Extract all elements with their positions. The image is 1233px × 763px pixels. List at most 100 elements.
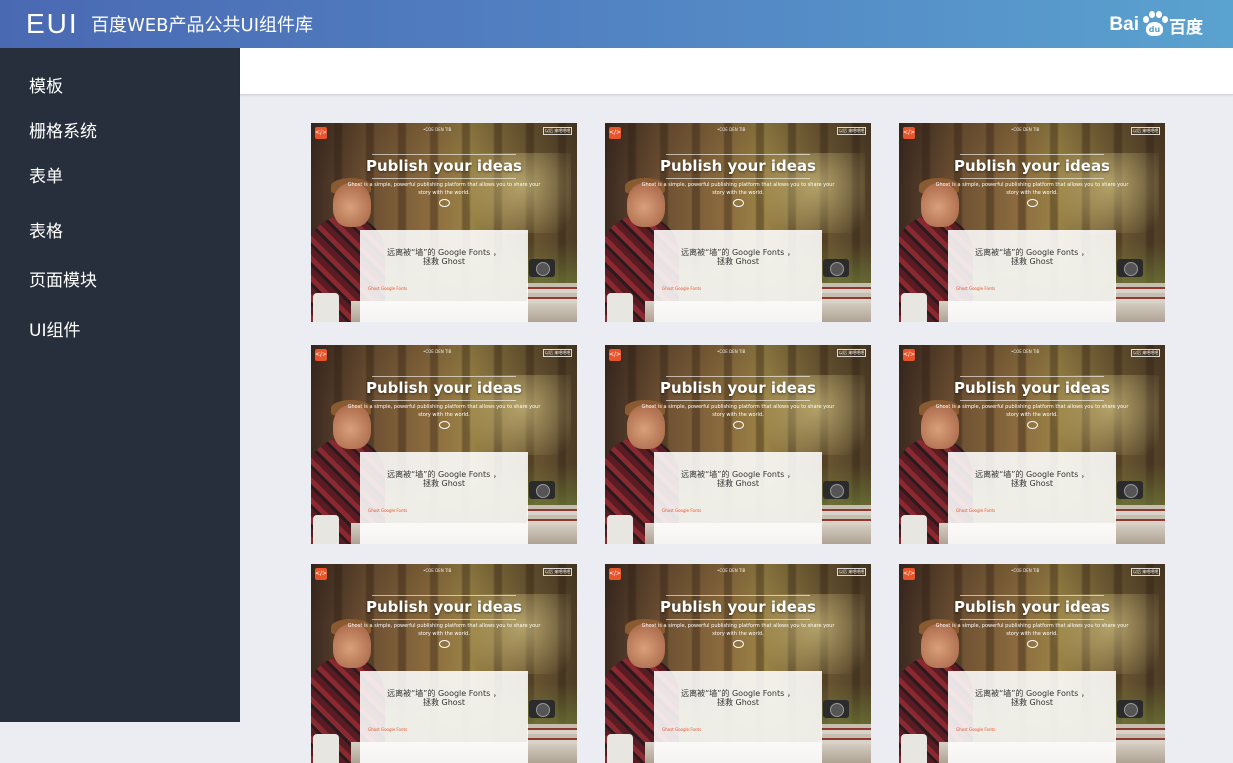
card-books <box>821 724 871 744</box>
sidebar-item-tables[interactable]: 表格 <box>29 221 63 243</box>
card-article-title-line1: 远离被“墙”的 Google Fonts ， <box>387 248 501 257</box>
sidebar-item-page-modules[interactable]: 页面模块 <box>29 270 97 292</box>
card-article-title-line1: 远离被“墙”的 Google Fonts ， <box>975 470 1089 479</box>
eye-icon <box>439 421 450 429</box>
card-article-title-line2: 拯救 Ghost <box>422 479 465 488</box>
card-topnav-right: 以后 来吧吧吧 <box>1131 127 1161 135</box>
card-divider <box>372 595 516 596</box>
card-article-title: 远离被“墙”的 Google Fonts ， 拯救 Ghost <box>948 689 1116 707</box>
template-card[interactable]: </> •COE DEN TIB 以后 来吧吧吧 Publish your id… <box>605 345 871 544</box>
card-article-title: 远离被“墙”的 Google Fonts ， 拯救 Ghost <box>654 470 822 488</box>
eye-icon <box>439 640 450 648</box>
ghost-logo-icon: </> <box>315 568 327 580</box>
card-books <box>821 283 871 303</box>
card-description: Ghost is a simple, powerful publishing p… <box>347 623 541 637</box>
card-divider <box>666 154 810 155</box>
eye-icon <box>439 199 450 207</box>
card-article-title-line1: 远离被“墙”的 Google Fonts ， <box>681 689 795 698</box>
card-article-title-line1: 远离被“墙”的 Google Fonts ， <box>681 248 795 257</box>
sidebar-item-forms[interactable]: 表单 <box>29 166 63 188</box>
card-topnav-right: 以后 来吧吧吧 <box>1131 568 1161 576</box>
baidu-logo-du: du <box>1146 22 1163 36</box>
card-article-title-line2: 拯救 Ghost <box>1010 257 1053 266</box>
card-divider <box>666 400 810 401</box>
template-card[interactable]: </> •COE DEN TIB 以后 来吧吧吧 Publish your id… <box>899 345 1165 544</box>
card-article-panel: 远离被“墙”的 Google Fonts ， 拯救 Ghost Ghost Go… <box>360 452 528 544</box>
template-card[interactable]: </> •COE DEN TIB 以后 来吧吧吧 Publish your id… <box>605 564 871 763</box>
card-article-title: 远离被“墙”的 Google Fonts ， 拯救 Ghost <box>654 689 822 707</box>
card-divider <box>960 400 1104 401</box>
eye-icon <box>1027 640 1038 648</box>
card-topnav-right: 以后 来吧吧吧 <box>837 568 867 576</box>
template-card[interactable]: </> •COE DEN TIB 以后 来吧吧吧 Publish your id… <box>311 564 577 763</box>
card-article-title-line2: 拯救 Ghost <box>1010 479 1053 488</box>
card-divider <box>960 178 1104 179</box>
card-article-tags: Ghost Google Fonts <box>662 286 702 291</box>
card-article-title-line1: 远离被“墙”的 Google Fonts ， <box>975 689 1089 698</box>
card-article-title-line1: 远离被“墙”的 Google Fonts ， <box>681 470 795 479</box>
card-article-title-line1: 远离被“墙”的 Google Fonts ， <box>387 689 501 698</box>
card-chair <box>313 515 339 544</box>
card-article-panel: 远离被“墙”的 Google Fonts ， 拯救 Ghost Ghost Go… <box>360 230 528 322</box>
baidu-logo[interactable]: Bai du 百度 <box>1109 10 1203 40</box>
card-article-title: 远离被“墙”的 Google Fonts ， 拯救 Ghost <box>948 248 1116 266</box>
card-article-title: 远离被“墙”的 Google Fonts ， 拯救 Ghost <box>360 689 528 707</box>
card-headline: Publish your ideas <box>365 598 522 616</box>
card-divider <box>372 178 516 179</box>
sidebar-item-templates[interactable]: 模板 <box>29 76 63 98</box>
card-article-title-line2: 拯救 Ghost <box>422 698 465 707</box>
template-card[interactable]: </> •COE DEN TIB 以后 来吧吧吧 Publish your id… <box>311 123 577 322</box>
template-card[interactable]: </> •COE DEN TIB 以后 来吧吧吧 Publish your id… <box>899 123 1165 322</box>
card-article-panel: 远离被“墙”的 Google Fonts ， 拯救 Ghost Ghost Go… <box>360 671 528 763</box>
camera-icon <box>1117 700 1143 718</box>
card-chair <box>901 734 927 763</box>
eui-logo[interactable]: EUI <box>26 8 79 40</box>
card-chair <box>901 293 927 322</box>
card-article-title: 远离被“墙”的 Google Fonts ， 拯救 Ghost <box>360 470 528 488</box>
app-header: EUI 百度WEB产品公共UI组件库 Bai du 百度 <box>0 0 1233 48</box>
card-topnav-right: 以后 来吧吧吧 <box>837 349 867 357</box>
card-chair <box>313 293 339 322</box>
card-topnav: •COE DEN TIB <box>717 568 746 573</box>
card-topnav: •COE DEN TIB <box>423 349 452 354</box>
card-books <box>1115 283 1165 303</box>
card-topnav: •COE DEN TIB <box>423 127 452 132</box>
card-description: Ghost is a simple, powerful publishing p… <box>935 623 1129 637</box>
card-article-tags: Ghost Google Fonts <box>662 727 702 732</box>
card-article-tags: Ghost Google Fonts <box>956 727 996 732</box>
ghost-logo-icon: </> <box>903 568 915 580</box>
card-divider <box>372 400 516 401</box>
camera-icon <box>529 700 555 718</box>
card-divider <box>666 619 810 620</box>
card-description: Ghost is a simple, powerful publishing p… <box>935 182 1129 196</box>
card-topnav: •COE DEN TIB <box>423 568 452 573</box>
card-divider <box>960 376 1104 377</box>
card-headline: Publish your ideas <box>953 379 1110 397</box>
card-divider <box>372 376 516 377</box>
template-card[interactable]: </> •COE DEN TIB 以后 来吧吧吧 Publish your id… <box>605 123 871 322</box>
card-article-tags: Ghost Google Fonts <box>368 727 408 732</box>
card-divider <box>960 619 1104 620</box>
card-chair <box>607 293 633 322</box>
sidebar-item-ui-components[interactable]: UI组件 <box>29 320 80 342</box>
card-article-tags: Ghost Google Fonts <box>368 508 408 513</box>
card-topnav-right: 以后 来吧吧吧 <box>837 127 867 135</box>
card-article-title: 远离被“墙”的 Google Fonts ， 拯救 Ghost <box>654 248 822 266</box>
card-divider <box>960 154 1104 155</box>
card-topnav-right: 以后 来吧吧吧 <box>543 127 573 135</box>
card-article-title-line2: 拯救 Ghost <box>1010 698 1053 707</box>
template-card[interactable]: </> •COE DEN TIB 以后 来吧吧吧 Publish your id… <box>899 564 1165 763</box>
card-divider <box>372 619 516 620</box>
card-article-tags: Ghost Google Fonts <box>956 286 996 291</box>
card-article-panel: 远离被“墙”的 Google Fonts ， 拯救 Ghost Ghost Go… <box>654 230 822 322</box>
ghost-logo-icon: </> <box>609 127 621 139</box>
camera-icon <box>823 481 849 499</box>
card-article-title-line1: 远离被“墙”的 Google Fonts ， <box>387 470 501 479</box>
card-article-title-line2: 拯救 Ghost <box>422 257 465 266</box>
camera-icon <box>823 700 849 718</box>
card-article-title-line2: 拯救 Ghost <box>716 479 759 488</box>
camera-icon <box>1117 259 1143 277</box>
card-description: Ghost is a simple, powerful publishing p… <box>641 404 835 418</box>
template-card[interactable]: </> •COE DEN TIB 以后 来吧吧吧 Publish your id… <box>311 345 577 544</box>
sidebar-item-grid-system[interactable]: 栅格系统 <box>29 121 97 143</box>
